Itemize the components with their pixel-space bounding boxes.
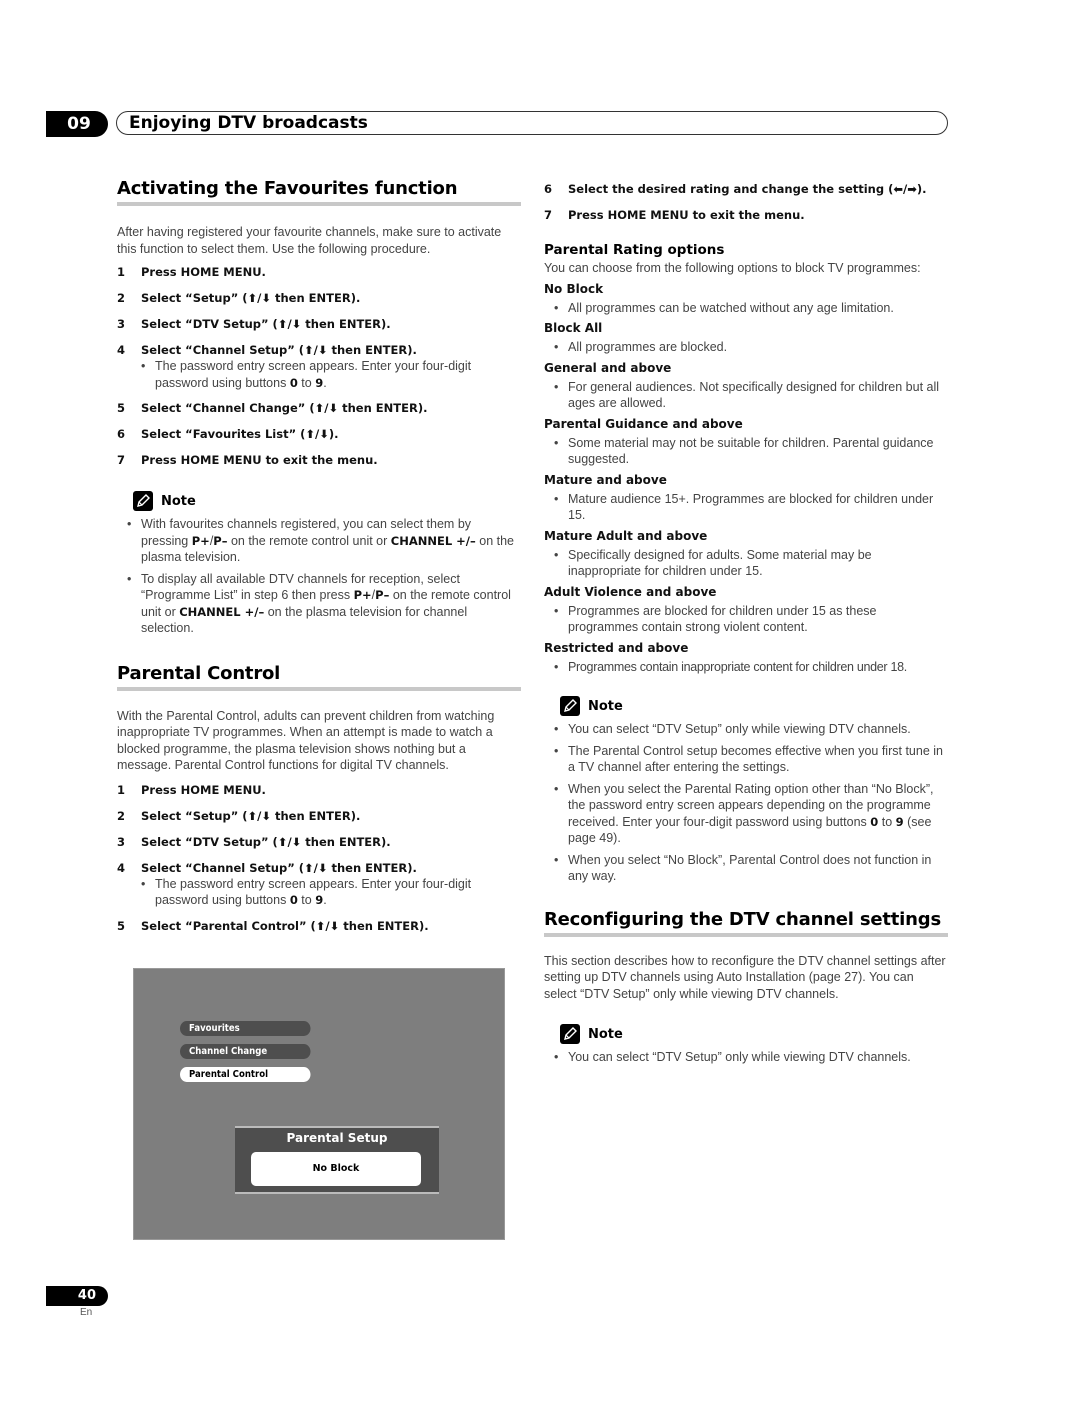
tv-menu-item-channel-change: Channel Change: [180, 1044, 311, 1059]
step: 4 Select “Channel Setup” (⬆/⬇ then ENTER)…: [117, 343, 521, 391]
parental-steps: 1 Press HOME MENU. 2 Select “Setup” (⬆/⬇ t…: [117, 783, 521, 934]
rating-options-intro: You can choose from the following option…: [544, 261, 921, 275]
left-column: Activating the Favourites function After…: [117, 178, 521, 934]
note-bullet: When you select the Parental Rating opti…: [544, 781, 948, 847]
section-heading-reconfigure: Reconfiguring the DTV channel settings: [544, 909, 948, 937]
parental-setup-title: Parental Setup: [286, 1131, 388, 1145]
step: 3 Select “DTV Setup” (⬆/⬇ then ENTER).: [117, 834, 391, 849]
step: 2 Select “Setup” (⬆/⬇ then ENTER).: [117, 291, 361, 305]
page-language: En: [80, 1307, 93, 1318]
parental-steps-continued: 6 Select the desired rating and change th…: [544, 182, 948, 223]
parental-setup-panel: Parental Setup No Block: [235, 1126, 439, 1194]
step: 1 Press HOME MENU.: [117, 265, 266, 279]
step: 7 Press HOME MENU to exit the menu.: [544, 208, 805, 222]
parental-setup-value: No Block: [251, 1152, 421, 1186]
note-header: Note: [133, 491, 521, 511]
step: 6 Select the desired rating and change th…: [544, 182, 927, 196]
note-bullet: To display all available DTV channels fo…: [117, 571, 521, 637]
step-sub-bullet: The password entry screen appears. Enter…: [141, 358, 521, 391]
tv-screen-illustration: Favourites Channel Change Parental Contr…: [133, 968, 505, 1240]
rating-option: Mature and aboveMature audience 15+. Pro…: [544, 473, 948, 524]
note-bullet: When you select “No Block”, Parental Con…: [544, 852, 948, 885]
right-column: 6 Select the desired rating and change th…: [544, 182, 948, 1066]
rating-option: Adult Violence and aboveProgrammes are b…: [544, 585, 948, 636]
note-bullet: The Parental Control setup becomes effec…: [544, 743, 948, 776]
rating-option: Mature Adult and aboveSpecifically desig…: [544, 529, 948, 580]
tv-menu-item-favourites: Favourites: [180, 1021, 311, 1036]
step: 5 Select “Channel Change” (⬆/⬇ then ENTER…: [117, 401, 428, 415]
pencil-note-icon: [560, 1024, 580, 1044]
tv-menu-item-parental-control: Parental Control: [180, 1067, 311, 1082]
step-sub-bullet: The password entry screen appears. Enter…: [141, 876, 521, 909]
step: 7 Press HOME MENU to exit the menu.: [117, 453, 378, 467]
reconfigure-intro: This section describes how to reconfigur…: [544, 953, 946, 1001]
section-heading-parental-control: Parental Control: [117, 663, 521, 691]
parental-intro: With the Parental Control, adults can pr…: [117, 708, 495, 773]
section-heading-favourites: Activating the Favourites function: [117, 178, 521, 206]
favourites-steps: 1 Press HOME MENU. 2 Select “Setup” (⬆/⬇ t…: [117, 265, 521, 468]
step: 5 Select “Parental Control” (⬆/⬇ then ENT…: [117, 918, 429, 933]
note-header: Note: [560, 696, 948, 716]
chapter-number: 09: [46, 111, 108, 137]
pencil-note-icon: [560, 696, 580, 716]
step: 2 Select “Setup” (⬆/⬇ then ENTER).: [117, 808, 361, 823]
chapter-title: Enjoying DTV broadcasts: [116, 111, 948, 135]
step: 1 Press HOME MENU.: [117, 782, 266, 797]
step: 4 Select “Channel Setup” (⬆/⬇ then ENTER)…: [117, 861, 521, 909]
step: 6 Select “Favourites List” (⬆/⬇).: [117, 427, 339, 441]
note-bullet: With favourites channels registered, you…: [117, 516, 521, 566]
note-bullet: You can select “DTV Setup” only while vi…: [544, 721, 948, 738]
rating-option: No BlockAll programmes can be watched wi…: [544, 282, 948, 317]
rating-option: Parental Guidance and aboveSome material…: [544, 417, 948, 468]
favourites-intro: After having registered your favourite c…: [117, 225, 502, 256]
rating-option: Restricted and aboveProgrammes contain i…: [544, 641, 948, 676]
subsection-heading-rating-options: Parental Rating options: [544, 242, 725, 258]
note-bullet: You can select “DTV Setup” only while vi…: [544, 1049, 948, 1066]
rating-option: Block AllAll programmes are blocked.: [544, 321, 948, 356]
note-header: Note: [560, 1024, 948, 1044]
pencil-note-icon: [133, 491, 153, 511]
page-number: 40: [46, 1286, 108, 1306]
rating-options-list: No BlockAll programmes can be watched wi…: [544, 282, 948, 676]
rating-option: General and aboveFor general audiences. …: [544, 361, 948, 412]
step: 3 Select “DTV Setup” (⬆/⬇ then ENTER).: [117, 317, 391, 331]
